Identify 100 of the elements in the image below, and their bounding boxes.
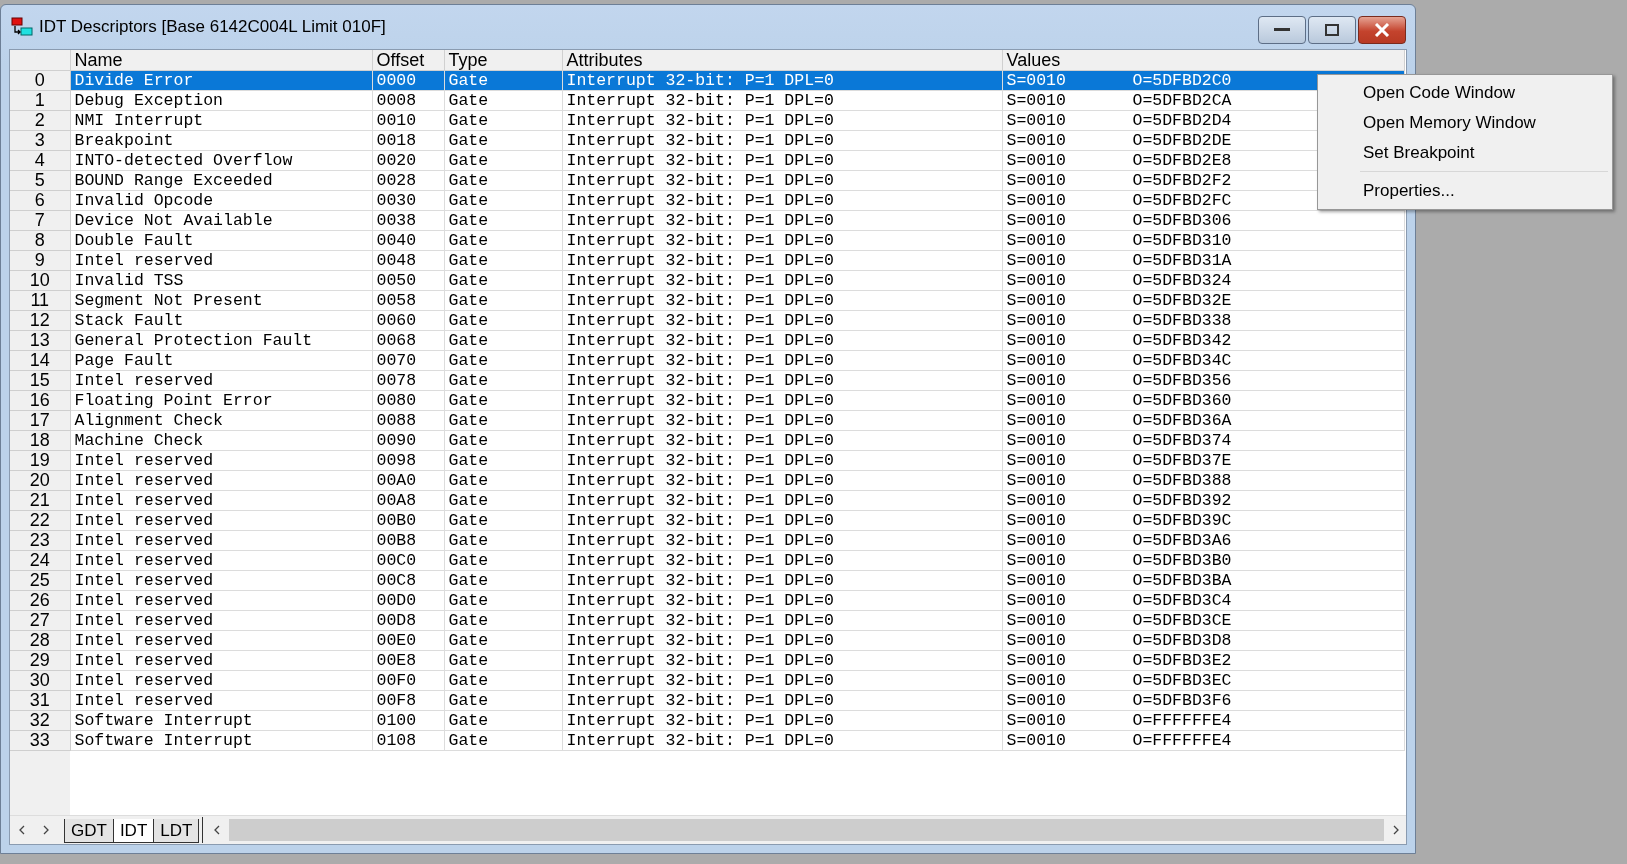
table-cell: O=5DFBD2FC — [1132, 191, 1232, 210]
table-cell: 00C0 — [376, 551, 417, 570]
table-cell-text: S=0010 — [1006, 611, 1067, 630]
table-cell: Intel reserved — [74, 251, 214, 270]
table-cell: O=5DFBD3CE — [1132, 611, 1232, 630]
table-cell: Interrupt 32-bit: P=1 DPL=0 — [566, 691, 834, 710]
table-cell: Interrupt 32-bit: P=1 DPL=0 — [566, 551, 834, 570]
column-header[interactable]: Type — [444, 50, 562, 71]
maximize-button[interactable] — [1308, 16, 1356, 44]
close-button[interactable] — [1358, 16, 1406, 44]
table-cell: Interrupt 32-bit: P=1 DPL=0 — [566, 671, 834, 690]
row-number: 26 — [29, 590, 50, 610]
table-cell: Interrupt 32-bit: P=1 DPL=0 — [566, 651, 834, 670]
column-header[interactable]: Values — [1002, 50, 1405, 71]
table-cell: Breakpoint — [74, 131, 174, 150]
table-cell: 0008 — [376, 91, 417, 110]
table-cell: O=5DFBD3EC — [1132, 671, 1232, 690]
table-cell: O=5DFBD324 — [1132, 271, 1232, 290]
table-cell-text: S=0010 — [1006, 511, 1067, 530]
table-cell: Intel reserved — [74, 571, 214, 590]
table-cell: 0028 — [376, 171, 417, 190]
table-cell-text: S=0010 — [1006, 691, 1067, 710]
table-cell: Gate — [448, 491, 489, 510]
table-cell: Interrupt 32-bit: P=1 DPL=0 — [566, 91, 834, 110]
table-cell: 0090 — [376, 431, 417, 450]
sheet-tab[interactable]: LDT — [153, 819, 200, 843]
table-cell: Gate — [448, 371, 489, 390]
table-cell: Gate — [448, 211, 489, 230]
table-cell: Interrupt 32-bit: P=1 DPL=0 — [566, 471, 834, 490]
minimize-button[interactable] — [1258, 16, 1306, 44]
table-cell: O=5DFBD2CA — [1132, 91, 1232, 110]
row-number: 27 — [29, 610, 50, 630]
table-cell-text: S=0010 — [1006, 471, 1067, 490]
table-cell: O=5DFBD2C0 — [1132, 71, 1232, 90]
table-cell: 0000 — [376, 71, 417, 90]
table-cell-text: S=0010 — [1006, 631, 1067, 650]
table-cell: Gate — [448, 671, 489, 690]
table-cell: Alignment Check — [74, 411, 224, 430]
table-cell: Gate — [448, 231, 489, 250]
table-cell: Gate — [448, 111, 489, 130]
table-cell-text: S=0010 — [1006, 211, 1067, 230]
table-cell-text: S=0010 — [1006, 711, 1067, 730]
column-header[interactable]: Name — [70, 50, 372, 71]
sheet-tab[interactable]: GDT — [64, 819, 114, 843]
row-number: 9 — [34, 250, 45, 270]
column-header[interactable]: Offset — [372, 50, 444, 71]
row-number: 28 — [29, 630, 50, 650]
row-number: 14 — [29, 350, 50, 370]
table-cell-text: S=0010 — [1006, 311, 1067, 330]
table-cell: O=5DFBD3BA — [1132, 571, 1232, 590]
row-number: 0 — [34, 70, 45, 90]
table-cell: Invalid TSS — [74, 271, 184, 290]
table-cell: Gate — [448, 511, 489, 530]
menu-item[interactable]: Open Memory Window — [1320, 108, 1610, 138]
table-cell: Double Fault — [74, 231, 194, 250]
table-cell: O=5DFBD306 — [1132, 211, 1232, 230]
chevron-right-icon[interactable] — [1392, 825, 1400, 835]
table-cell: Floating Point Error — [74, 391, 273, 410]
table-cell: Stack Fault — [74, 311, 184, 330]
table-cell-text: S=0010 — [1006, 371, 1067, 390]
sheet-tab[interactable]: IDT — [112, 819, 155, 843]
table-cell: 00E8 — [376, 651, 417, 670]
column-header[interactable]: Attributes — [562, 50, 1002, 71]
table-cell: 00F0 — [376, 671, 417, 690]
table-cell: 00A0 — [376, 471, 417, 490]
table-cell: 00D0 — [376, 591, 417, 610]
table-cell: O=5DFBD32E — [1132, 291, 1232, 310]
row-number: 3 — [34, 130, 45, 150]
menu-item[interactable]: Open Code Window — [1320, 78, 1610, 108]
table-cell-text: S=0010 — [1006, 571, 1067, 590]
table-cell: O=5DFBD39C — [1132, 511, 1232, 530]
table-cell-text: S=0010 — [1006, 271, 1067, 290]
table-cell: Interrupt 32-bit: P=1 DPL=0 — [566, 531, 834, 550]
table-cell: Intel reserved — [74, 671, 214, 690]
table-cell-text: S=0010 — [1006, 191, 1067, 210]
table-cell-text: S=0010 — [1006, 171, 1067, 190]
menu-item[interactable]: Properties... — [1320, 176, 1610, 206]
table-cell: Gate — [448, 731, 489, 750]
table-cell: Interrupt 32-bit: P=1 DPL=0 — [566, 231, 834, 250]
table-cell-text: S=0010 — [1006, 451, 1067, 470]
row-number: 8 — [34, 230, 45, 250]
table-cell: O=5DFBD37E — [1132, 451, 1232, 470]
table-cell: Interrupt 32-bit: P=1 DPL=0 — [566, 151, 834, 170]
row-number: 7 — [34, 210, 45, 230]
table-cell: Interrupt 32-bit: P=1 DPL=0 — [566, 291, 834, 310]
table-cell: Gate — [448, 171, 489, 190]
table-cell: O=5DFBD310 — [1132, 231, 1232, 250]
table-cell: Gate — [448, 531, 489, 550]
chevron-left-icon[interactable] — [213, 825, 222, 835]
table-cell: Gate — [448, 291, 489, 310]
table-cell: Interrupt 32-bit: P=1 DPL=0 — [566, 451, 834, 470]
table-cell: Intel reserved — [74, 471, 214, 490]
table-cell: 0048 — [376, 251, 417, 270]
table-cell: O=5DFBD392 — [1132, 491, 1232, 510]
row-number: 18 — [29, 430, 50, 450]
table-cell-text: S=0010 — [1006, 111, 1067, 130]
menu-item[interactable]: Set Breakpoint — [1320, 138, 1610, 168]
table-cell: Divide Error — [74, 71, 194, 90]
table-cell: 0068 — [376, 331, 417, 350]
table-cell: 0098 — [376, 451, 417, 470]
